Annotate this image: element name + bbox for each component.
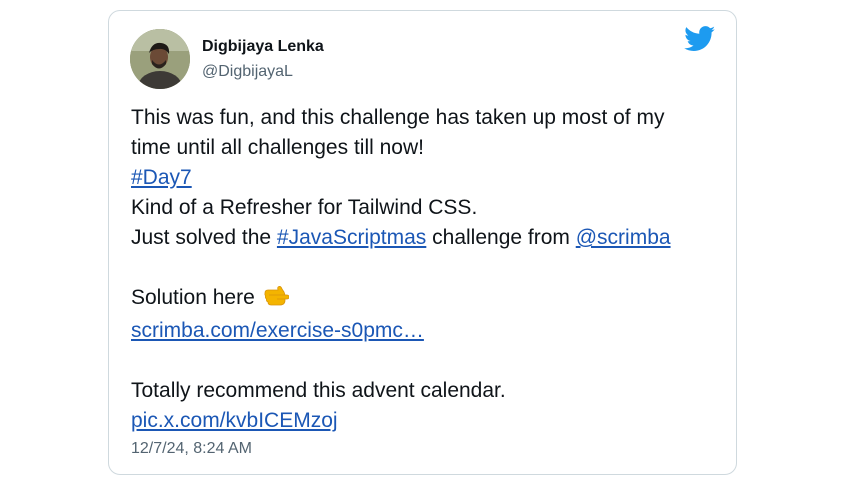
solution-label: Solution here: [131, 286, 261, 309]
pointing-right-hand-icon: [263, 285, 289, 316]
tweet-line: pic.x.com/kvbICEMzoj: [131, 406, 731, 436]
tweet-line: Kind of a Refresher for Tailwind CSS.: [131, 196, 478, 219]
tweet-text-fragment: Just solved the: [131, 226, 277, 249]
tweet-line: time until all challenges till now!: [131, 136, 424, 159]
tweet-text-fragment: challenge from: [426, 226, 576, 249]
tweet-card: Digbijaya Lenka @DigbijayaL This was fun…: [108, 10, 737, 475]
tweet-line: #Day7: [131, 163, 731, 193]
tweet-line: Just solved the #JavaScriptmas challenge…: [131, 223, 731, 253]
solution-link[interactable]: scrimba.com/exercise-s0pmc…: [131, 319, 424, 342]
hashtag-day7-link[interactable]: #Day7: [131, 166, 192, 189]
tweet-line: This was fun, and this challenge has tak…: [131, 106, 665, 129]
avatar[interactable]: [130, 29, 190, 89]
mention-scrimba-link[interactable]: @scrimba: [576, 226, 671, 249]
twitter-bird-icon[interactable]: [684, 26, 716, 52]
author-handle[interactable]: @DigbijayaL: [202, 63, 293, 81]
tweet-text: This was fun, and this challenge has tak…: [131, 103, 731, 436]
avatar-photo: [130, 29, 190, 89]
tweet-line: Solution here: [131, 283, 731, 316]
tweet-line: Totally recommend this advent calendar.: [131, 379, 506, 402]
pic-link[interactable]: pic.x.com/kvbICEMzoj: [131, 409, 338, 432]
hashtag-javascriptmas-link[interactable]: #JavaScriptmas: [277, 226, 426, 249]
author-name[interactable]: Digbijaya Lenka: [202, 38, 324, 56]
tweet-line: scrimba.com/exercise-s0pmc…: [131, 316, 731, 346]
tweet-timestamp[interactable]: 12/7/24, 8:24 AM: [131, 440, 252, 458]
